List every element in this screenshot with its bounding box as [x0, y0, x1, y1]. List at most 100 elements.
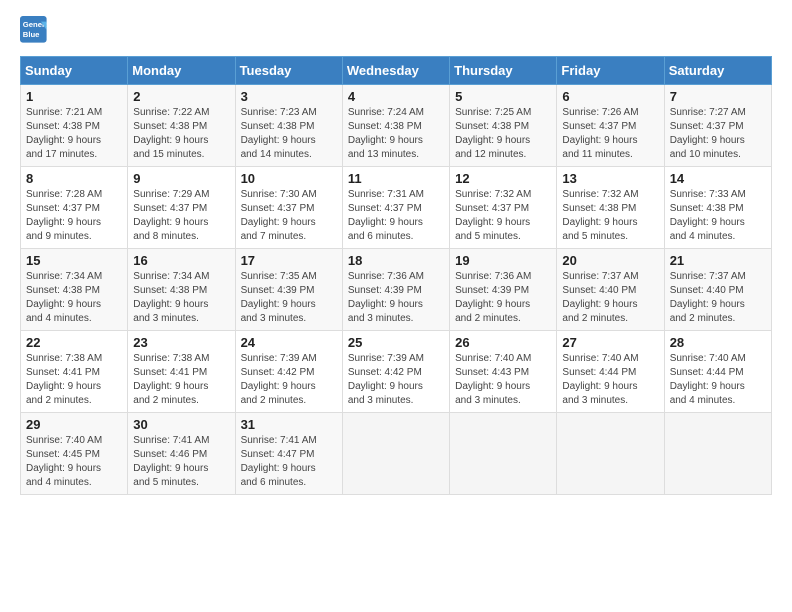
day-info: Sunrise: 7:29 AMSunset: 4:37 PMDaylight:…	[133, 188, 229, 244]
calendar-week-row: 8 Sunrise: 7:28 AMSunset: 4:37 PMDaylight…	[21, 167, 772, 249]
calendar-cell: 30 Sunrise: 7:41 AMSunset: 4:46 PMDayligh…	[128, 413, 235, 495]
day-number: 14	[670, 171, 766, 186]
day-number: 12	[455, 171, 551, 186]
day-number: 20	[562, 253, 658, 268]
day-number: 8	[26, 171, 122, 186]
day-number: 21	[670, 253, 766, 268]
calendar-cell: 7 Sunrise: 7:27 AMSunset: 4:37 PMDaylight…	[664, 85, 771, 167]
calendar-cell: 1 Sunrise: 7:21 AMSunset: 4:38 PMDaylight…	[21, 85, 128, 167]
day-number: 22	[26, 335, 122, 350]
day-info: Sunrise: 7:23 AMSunset: 4:38 PMDaylight:…	[241, 106, 337, 162]
header-saturday: Saturday	[664, 57, 771, 85]
calendar-cell: 18 Sunrise: 7:36 AMSunset: 4:39 PMDayligh…	[342, 249, 449, 331]
day-number: 15	[26, 253, 122, 268]
calendar-cell: 11Sunrise: 7:31 AMSunset: 4:37 PMDayligh…	[342, 167, 449, 249]
calendar-cell: 16Sunrise: 7:34 AMSunset: 4:38 PMDayligh…	[128, 249, 235, 331]
calendar-cell	[450, 413, 557, 495]
day-number: 2	[133, 89, 229, 104]
calendar-cell: 10 Sunrise: 7:30 AMSunset: 4:37 PMDayligh…	[235, 167, 342, 249]
header-monday: Monday	[128, 57, 235, 85]
calendar-header-row: SundayMondayTuesdayWednesdayThursdayFrid…	[21, 57, 772, 85]
day-number: 24	[241, 335, 337, 350]
day-number: 27	[562, 335, 658, 350]
calendar-cell	[664, 413, 771, 495]
calendar-cell	[342, 413, 449, 495]
calendar-cell: 3 Sunrise: 7:23 AMSunset: 4:38 PMDaylight…	[235, 85, 342, 167]
day-info: Sunrise: 7:39 AMSunset: 4:42 PMDaylight:…	[241, 352, 337, 408]
calendar-cell: 22 Sunrise: 7:38 AMSunset: 4:41 PMDayligh…	[21, 331, 128, 413]
day-info: Sunrise: 7:41 AMSunset: 4:46 PMDaylight:…	[133, 434, 229, 490]
day-number: 9	[133, 171, 229, 186]
calendar-cell: 4 Sunrise: 7:24 AMSunset: 4:38 PMDaylight…	[342, 85, 449, 167]
day-number: 31	[241, 417, 337, 432]
day-number: 3	[241, 89, 337, 104]
calendar-cell: 2Sunrise: 7:22 AMSunset: 4:38 PMDaylight…	[128, 85, 235, 167]
calendar-cell: 20 Sunrise: 7:37 AMSunset: 4:40 PMDayligh…	[557, 249, 664, 331]
day-info: Sunrise: 7:26 AMSunset: 4:37 PMDaylight:…	[562, 106, 658, 162]
day-info: Sunrise: 7:36 AMSunset: 4:39 PMDaylight:…	[348, 270, 444, 326]
day-number: 26	[455, 335, 551, 350]
calendar-cell: 5 Sunrise: 7:25 AMSunset: 4:38 PMDaylight…	[450, 85, 557, 167]
calendar-week-row: 22 Sunrise: 7:38 AMSunset: 4:41 PMDayligh…	[21, 331, 772, 413]
page-header: General Blue	[20, 16, 772, 44]
day-info: Sunrise: 7:40 AMSunset: 4:43 PMDaylight:…	[455, 352, 551, 408]
day-number: 29	[26, 417, 122, 432]
day-number: 7	[670, 89, 766, 104]
calendar-table: SundayMondayTuesdayWednesdayThursdayFrid…	[20, 56, 772, 495]
header-sunday: Sunday	[21, 57, 128, 85]
day-info: Sunrise: 7:24 AMSunset: 4:38 PMDaylight:…	[348, 106, 444, 162]
calendar-cell	[557, 413, 664, 495]
calendar-cell: 25 Sunrise: 7:39 AMSunset: 4:42 PMDayligh…	[342, 331, 449, 413]
day-info: Sunrise: 7:40 AMSunset: 4:44 PMDaylight:…	[562, 352, 658, 408]
day-info: Sunrise: 7:36 AMSunset: 4:39 PMDaylight:…	[455, 270, 551, 326]
calendar-cell: 23Sunrise: 7:38 AMSunset: 4:41 PMDayligh…	[128, 331, 235, 413]
day-number: 4	[348, 89, 444, 104]
calendar-cell: 24 Sunrise: 7:39 AMSunset: 4:42 PMDayligh…	[235, 331, 342, 413]
day-info: Sunrise: 7:32 AMSunset: 4:38 PMDaylight:…	[562, 188, 658, 244]
day-number: 25	[348, 335, 444, 350]
calendar-cell: 17Sunrise: 7:35 AMSunset: 4:39 PMDayligh…	[235, 249, 342, 331]
day-info: Sunrise: 7:28 AMSunset: 4:37 PMDaylight:…	[26, 188, 122, 244]
day-number: 6	[562, 89, 658, 104]
day-number: 17	[241, 253, 337, 268]
calendar-cell: 21 Sunrise: 7:37 AMSunset: 4:40 PMDayligh…	[664, 249, 771, 331]
day-number: 1	[26, 89, 122, 104]
header-wednesday: Wednesday	[342, 57, 449, 85]
calendar-cell: 14 Sunrise: 7:33 AMSunset: 4:38 PMDayligh…	[664, 167, 771, 249]
day-info: Sunrise: 7:34 AMSunset: 4:38 PMDaylight:…	[133, 270, 229, 326]
day-number: 19	[455, 253, 551, 268]
logo-icon: General Blue	[20, 16, 48, 44]
day-number: 13	[562, 171, 658, 186]
day-number: 5	[455, 89, 551, 104]
calendar-cell: 6 Sunrise: 7:26 AMSunset: 4:37 PMDaylight…	[557, 85, 664, 167]
day-info: Sunrise: 7:33 AMSunset: 4:38 PMDaylight:…	[670, 188, 766, 244]
calendar-cell: 12Sunrise: 7:32 AMSunset: 4:37 PMDayligh…	[450, 167, 557, 249]
day-info: Sunrise: 7:21 AMSunset: 4:38 PMDaylight:…	[26, 106, 122, 162]
logo: General Blue	[20, 16, 48, 44]
calendar-cell: 8 Sunrise: 7:28 AMSunset: 4:37 PMDaylight…	[21, 167, 128, 249]
day-number: 18	[348, 253, 444, 268]
day-number: 28	[670, 335, 766, 350]
calendar-cell: 29Sunrise: 7:40 AMSunset: 4:45 PMDayligh…	[21, 413, 128, 495]
calendar-cell: 28Sunrise: 7:40 AMSunset: 4:44 PMDayligh…	[664, 331, 771, 413]
day-info: Sunrise: 7:25 AMSunset: 4:38 PMDaylight:…	[455, 106, 551, 162]
day-number: 30	[133, 417, 229, 432]
day-info: Sunrise: 7:27 AMSunset: 4:37 PMDaylight:…	[670, 106, 766, 162]
day-info: Sunrise: 7:38 AMSunset: 4:41 PMDaylight:…	[133, 352, 229, 408]
day-info: Sunrise: 7:38 AMSunset: 4:41 PMDaylight:…	[26, 352, 122, 408]
calendar-cell: 15 Sunrise: 7:34 AMSunset: 4:38 PMDayligh…	[21, 249, 128, 331]
day-info: Sunrise: 7:39 AMSunset: 4:42 PMDaylight:…	[348, 352, 444, 408]
day-info: Sunrise: 7:34 AMSunset: 4:38 PMDaylight:…	[26, 270, 122, 326]
day-number: 10	[241, 171, 337, 186]
calendar-cell: 9 Sunrise: 7:29 AMSunset: 4:37 PMDaylight…	[128, 167, 235, 249]
day-info: Sunrise: 7:31 AMSunset: 4:37 PMDaylight:…	[348, 188, 444, 244]
calendar-week-row: 29Sunrise: 7:40 AMSunset: 4:45 PMDayligh…	[21, 413, 772, 495]
day-info: Sunrise: 7:30 AMSunset: 4:37 PMDaylight:…	[241, 188, 337, 244]
calendar-week-row: 15 Sunrise: 7:34 AMSunset: 4:38 PMDayligh…	[21, 249, 772, 331]
svg-text:Blue: Blue	[23, 30, 40, 39]
day-info: Sunrise: 7:37 AMSunset: 4:40 PMDaylight:…	[670, 270, 766, 326]
calendar-cell: 19 Sunrise: 7:36 AMSunset: 4:39 PMDayligh…	[450, 249, 557, 331]
calendar-cell: 31Sunrise: 7:41 AMSunset: 4:47 PMDayligh…	[235, 413, 342, 495]
header-tuesday: Tuesday	[235, 57, 342, 85]
day-info: Sunrise: 7:37 AMSunset: 4:40 PMDaylight:…	[562, 270, 658, 326]
